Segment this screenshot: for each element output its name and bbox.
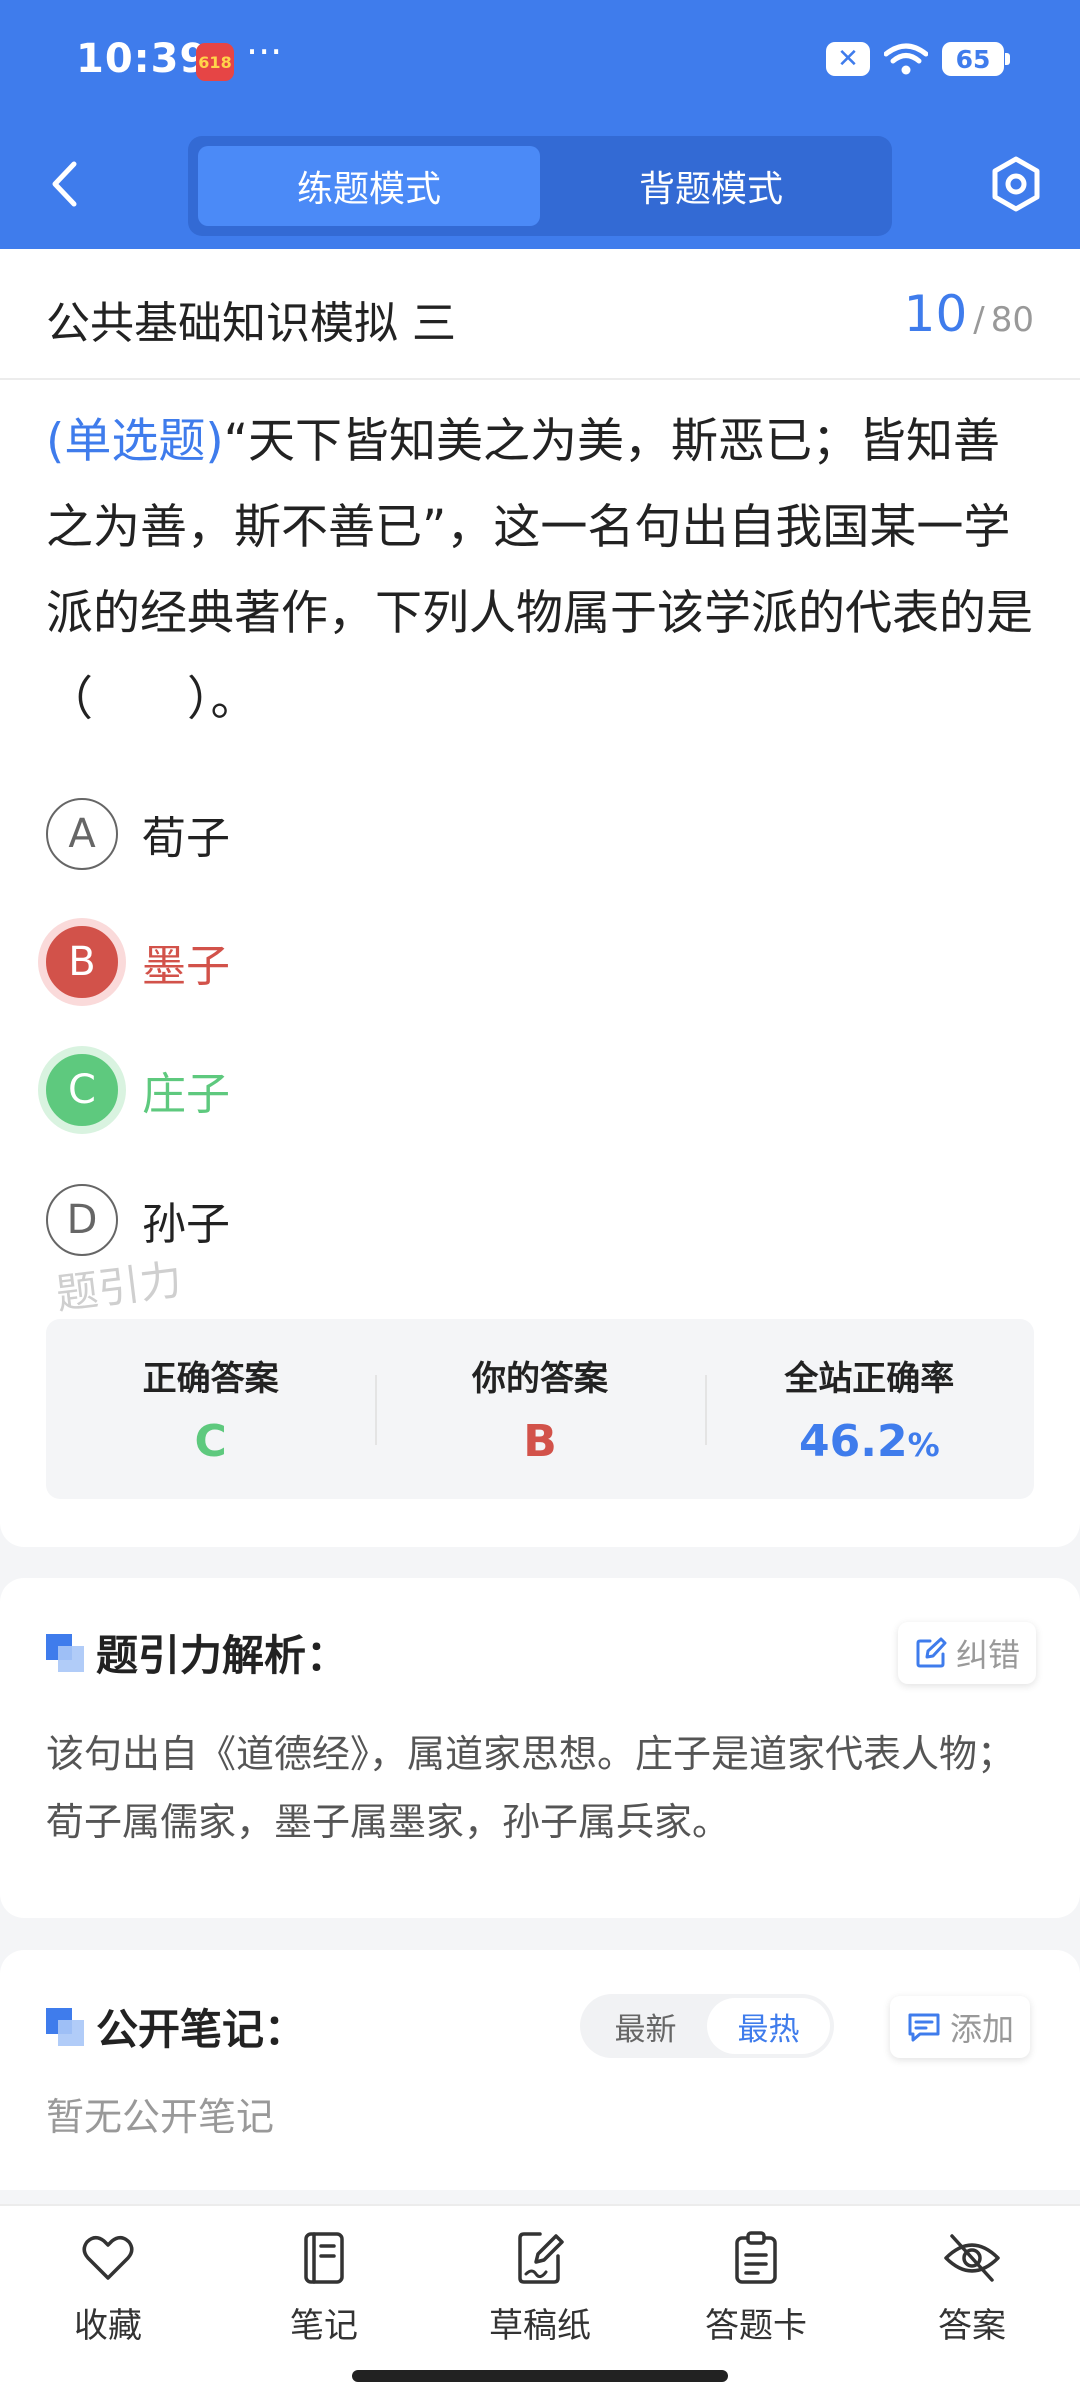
total-questions: 80 [990,300,1034,340]
add-note-button[interactable]: 添加 [890,1996,1031,2058]
site-accuracy-number: 46.2 [799,1416,908,1467]
settings-button[interactable] [988,154,1044,214]
site-accuracy-value: 46.2% [799,1416,940,1467]
sort-newest[interactable]: 最新 [584,1998,707,2054]
chevron-left-icon [52,161,77,207]
current-question-number: 10 [903,285,968,343]
option-letter: A [46,798,118,870]
correct-answer-value: C [194,1416,227,1467]
answer-sheet-icon [735,2231,777,2284]
option-d[interactable]: D 孙子 [46,1183,230,1257]
notes-sort-toggle: 最新 最热 [580,1994,834,2058]
tab-recite-mode[interactable]: 背题模式 [540,146,882,226]
shopping-app-notification-icon: 618 [196,43,234,81]
top-bar: 10:39 618 ··· ✕ 65 练题模式 背题模式 [0,0,1080,249]
option-text: 荀子 [142,813,230,864]
question-progress: 10 / 80 [904,285,1034,343]
battery-icon: 65 [942,42,1010,76]
question-type: (单选题) [46,414,224,469]
watermark: 题引力 [53,1254,185,1319]
sort-hottest[interactable]: 最热 [707,1998,830,2054]
option-letter: D [46,1184,118,1256]
question-stem: (单选题)“天下皆知美之为美，斯恶已；皆知善之为善，斯不善已”，这一名句出自我国… [46,399,1036,743]
correct-answer: 正确答案 C [46,1319,375,1499]
add-note-label: 添加 [950,2010,1015,2048]
draft-paper-label: 草稿纸 [489,2306,591,2346]
comment-icon [908,2013,940,2042]
option-text: 墨子 [142,941,230,992]
report-error-label: 纠错 [956,1636,1021,1674]
toggle-answer-label: 答案 [938,2306,1006,2346]
edit-icon [916,1637,947,1668]
option-text: 孙子 [142,1199,230,1250]
status-time: 10:39 [76,36,209,82]
mode-switch: 练题模式 背题模式 [188,136,892,236]
heart-icon [82,2236,134,2280]
favorite-button[interactable]: 收藏 [0,2206,216,2400]
option-letter: C [46,1054,118,1126]
site-accuracy: 全站正确率 46.2% [704,1319,1034,1499]
section-squares-icon [46,2008,86,2048]
analysis-card: 题引力解析： 纠错 该句出自《道德经》，属道家思想。庄子是道家代表人物；荀子属儒… [0,1578,1080,1918]
site-accuracy-unit: % [907,1426,940,1464]
section-squares-icon [46,1634,86,1674]
your-answer: 你的答案 B [375,1319,704,1499]
answer-sheet-label: 答题卡 [705,2306,807,2346]
notes-title: 公开笔记： [96,2005,307,2054]
answer-summary: 正确答案 C 你的答案 B 全站正确率 46.2% [46,1319,1034,1499]
eye-off-icon [944,2234,1000,2282]
site-accuracy-label: 全站正确率 [784,1359,955,1399]
home-indicator[interactable] [352,2370,728,2382]
tab-practice-mode[interactable]: 练题模式 [198,146,540,226]
toggle-answer-button[interactable]: 答案 [864,2206,1080,2400]
hexagon-settings-icon [992,156,1040,212]
divider [0,378,1080,380]
option-text: 庄子 [142,1069,230,1120]
report-error-button[interactable]: 纠错 [898,1622,1037,1684]
wifi-icon [884,43,928,75]
your-answer-label: 你的答案 [471,1359,608,1399]
option-c[interactable]: C 庄子 [46,1053,230,1127]
correct-answer-label: 正确答案 [142,1359,279,1399]
question-card: 公共基础知识模拟 三 10 / 80 (单选题)“天下皆知美之为美，斯恶已；皆知… [0,249,1080,1547]
draft-paper-icon [518,2232,564,2284]
your-answer-value: B [523,1416,557,1467]
no-sim-icon: ✕ [826,42,870,76]
progress-separator: / [973,300,985,340]
paper-title: 公共基础知识模拟 三 [46,298,456,349]
more-notifications-icon: ··· [246,30,283,74]
notes-label: 笔记 [290,2306,358,2346]
notebook-icon [304,2232,344,2284]
favorite-label: 收藏 [74,2306,142,2346]
option-b[interactable]: B 墨子 [46,925,230,999]
status-icons: ✕ 65 [826,42,1010,76]
option-a[interactable]: A 荀子 [46,797,230,871]
option-letter: B [46,926,118,998]
analysis-title: 题引力解析： [96,1631,349,1680]
notes-card: 公开笔记： 最新 最热 添加 暂无公开笔记 [0,1950,1080,2190]
back-button[interactable] [40,152,88,216]
analysis-text: 该句出自《道德经》，属道家思想。庄子是道家代表人物；荀子属儒家，墨子属墨家，孙子… [46,1732,1016,1844]
empty-notes-text: 暂无公开笔记 [46,2095,275,2139]
